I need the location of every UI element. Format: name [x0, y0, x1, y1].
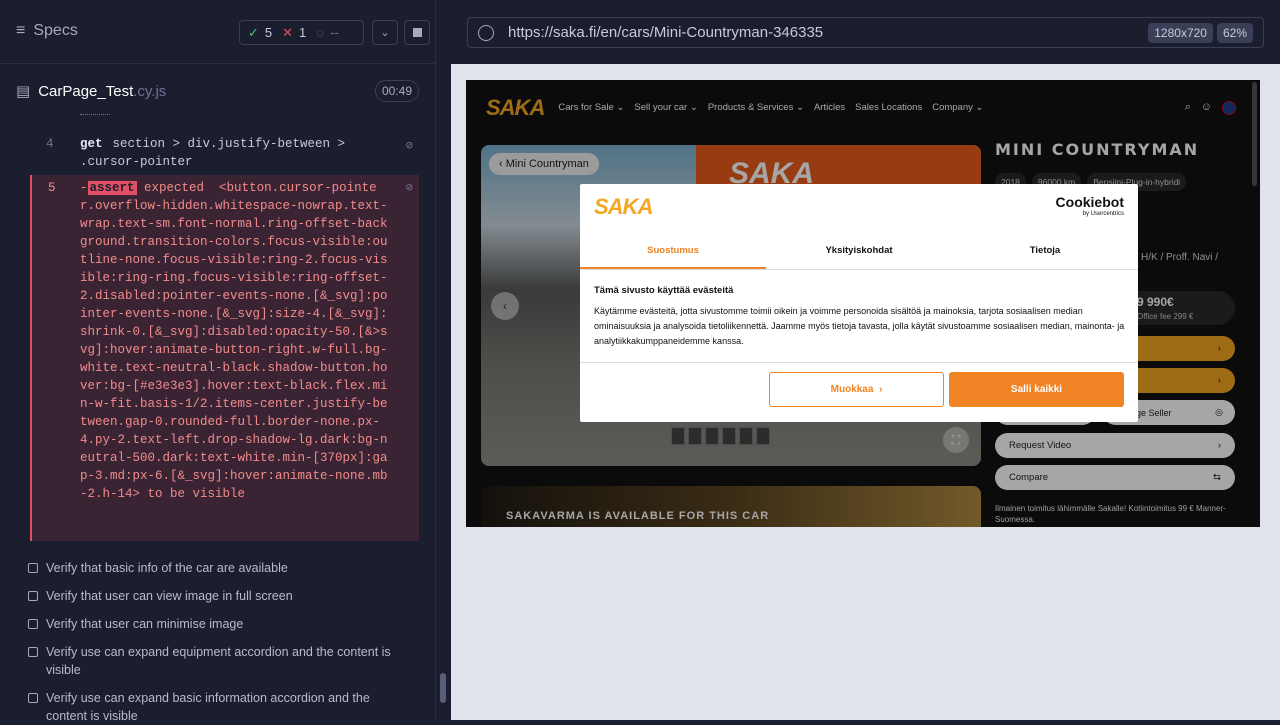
test-item[interactable]: Verify that user can minimise image — [28, 615, 408, 633]
pending-checkbox-icon — [28, 591, 38, 601]
assert-suffix: to be visible — [147, 487, 246, 501]
spec-file-name: CarPage_Test — [38, 82, 134, 100]
specs-toggle[interactable]: ≡ Specs — [16, 22, 78, 40]
eye-slash-icon: ⊘ — [405, 139, 413, 153]
spec-file-ext: .cy.js — [133, 82, 167, 100]
command-log-assert[interactable]: 5 - assert expected <button.cursor-pointe… — [30, 175, 419, 541]
pending-checkbox-icon — [28, 619, 38, 629]
stop-icon — [412, 28, 422, 37]
panel-divider[interactable] — [435, 0, 450, 720]
cookie-heading: Tämä sivusto käyttää evästeitä — [594, 285, 734, 296]
check-icon: ✓ — [248, 24, 259, 40]
pending-count: -- — [330, 25, 339, 40]
list-icon: ≡ — [16, 22, 26, 39]
test-item[interactable]: Verify use can expand equipment accordio… — [28, 643, 408, 679]
passed-count: 5 — [264, 25, 273, 40]
command-number: 4 — [46, 137, 54, 151]
stop-button[interactable] — [404, 20, 430, 45]
command-log-get[interactable]: 4 get section > div.justify-between > .cu… — [30, 133, 419, 171]
eye-slash-icon: ⊘ — [405, 181, 413, 195]
test-stats: ✓ 5 ✕ 1 ◌ -- — [239, 20, 364, 45]
assert-badge: assert — [87, 181, 137, 195]
test-item[interactable]: Verify that basic info of the car are av… — [28, 559, 408, 577]
command-name: get — [80, 137, 103, 151]
test-title: Verify use can expand equipment accordio… — [46, 645, 391, 677]
allow-all-button[interactable]: Salli kaikki — [949, 372, 1124, 407]
aut-iframe: SAKA Cars for Sale ⌄ Sell your car ⌄ Pro… — [466, 80, 1260, 527]
specs-label: Specs — [33, 22, 78, 39]
url-text: https://saka.fi/en/cars/Mini-Countryman-… — [508, 24, 824, 41]
customize-label: Muokkaa — [830, 384, 874, 395]
test-item[interactable]: Verify that user can view image in full … — [28, 587, 408, 605]
chevron-right-icon: › — [879, 384, 883, 395]
command-number: 5 — [48, 181, 56, 195]
chevron-down-icon[interactable]: ⌄ — [372, 20, 398, 45]
saka-logo: SAKA — [594, 194, 653, 219]
reporter-scrollbar[interactable] — [440, 673, 446, 703]
test-title: Verify that basic info of the car are av… — [46, 561, 288, 575]
cookie-consent-dialog: SAKA Cookiebot by Usercentrics Suostumus … — [580, 184, 1138, 422]
command-prefix: - — [80, 181, 88, 195]
reporter-header: ≡ Specs ✓ 5 ✕ 1 ◌ -- ⌄ — [0, 0, 435, 64]
url-bar[interactable]: https://saka.fi/en/cars/Mini-Countryman-… — [467, 17, 1264, 48]
tab-about[interactable]: Tietoja — [952, 234, 1138, 269]
cypress-reporter: ≡ Specs ✓ 5 ✕ 1 ◌ -- ⌄ ▤ CarPage_Test .c… — [0, 0, 435, 723]
spec-file-row: ▤ CarPage_Test .cy.js 00:49 — [16, 78, 419, 104]
file-icon: ▤ — [16, 83, 31, 100]
consent-tabs: Suostumus Yksityiskohdat Tietoja — [580, 234, 1138, 270]
preview-header: https://saka.fi/en/cars/Mini-Countryman-… — [451, 0, 1280, 64]
cookiebot-logo: Cookiebot by Usercentrics — [1056, 195, 1124, 220]
viewport-size-badge[interactable]: 1280x720 — [1148, 22, 1213, 43]
tab-consent[interactable]: Suostumus — [580, 234, 766, 269]
pending-checkbox-icon — [28, 647, 38, 657]
x-icon: ✕ — [282, 24, 294, 40]
command-selector: section > div.justify-between > .cursor-… — [80, 137, 346, 169]
pending-checkbox-icon — [28, 693, 38, 703]
tab-details[interactable]: Yksityiskohdat — [766, 234, 952, 269]
test-title: Verify that user can minimise image — [46, 617, 244, 631]
pending-checkbox-icon — [28, 563, 38, 573]
customize-button[interactable]: Muokkaa › — [769, 372, 944, 407]
cookie-body: Käytämme evästeitä, jotta sivustomme toi… — [594, 306, 1125, 346]
assert-message: expected <button.cursor-pointer.overflow… — [80, 181, 388, 501]
divider — [580, 362, 1138, 363]
scroll-cutoff — [80, 111, 110, 115]
globe-icon — [478, 24, 494, 41]
failed-count: 1 — [299, 25, 307, 40]
app-preview: https://saka.fi/en/cars/Mini-Countryman-… — [451, 0, 1280, 720]
run-duration: 00:49 — [374, 80, 419, 102]
test-title: Verify that user can view image in full … — [46, 589, 293, 603]
spinner-icon: ◌ — [316, 25, 325, 40]
zoom-badge[interactable]: 62% — [1216, 22, 1253, 43]
